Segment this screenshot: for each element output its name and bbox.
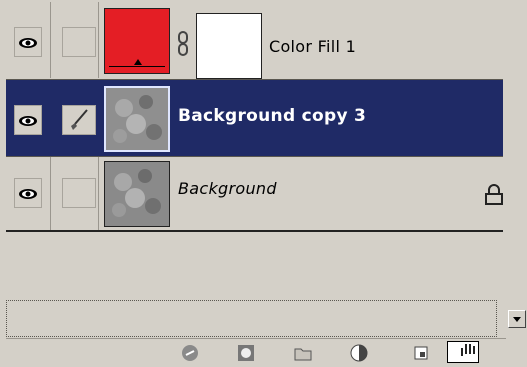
- visibility-toggle[interactable]: [14, 27, 42, 57]
- list-bottom-border: [6, 230, 503, 232]
- layers-panel: Color Fill 1 Background copy 3 Backgroun…: [0, 0, 527, 367]
- mask-link-icon[interactable]: [176, 30, 194, 58]
- eye-icon: [19, 189, 37, 199]
- layer-name: Color Fill 1: [269, 37, 357, 56]
- layer-thumbnail[interactable]: [104, 161, 170, 227]
- scrollbar[interactable]: [505, 0, 527, 340]
- brush-icon: [71, 109, 88, 130]
- eye-icon: [19, 38, 37, 48]
- layer-name: Background copy 3: [178, 106, 367, 126]
- adjustment-layer-icon[interactable]: [349, 343, 369, 363]
- brush-indicator[interactable]: [62, 105, 96, 135]
- layer-name: Background: [178, 179, 277, 198]
- eye-icon: [19, 116, 37, 126]
- trash-icon[interactable]: [447, 341, 479, 363]
- layer-row-color-fill-1[interactable]: Color Fill 1: [6, 2, 503, 79]
- new-layer-icon[interactable]: [411, 343, 431, 363]
- layer-thumbnail[interactable]: [104, 86, 170, 152]
- empty-layer-area: [6, 300, 497, 337]
- fill-thumbnail[interactable]: [104, 8, 170, 74]
- layers-list: Color Fill 1 Background copy 3 Backgroun…: [6, 0, 503, 232]
- arrow-down-icon: [513, 317, 521, 322]
- layer-row-background-copy-3[interactable]: Background copy 3: [6, 80, 503, 156]
- lock-icon: [484, 184, 504, 210]
- link-toggle[interactable]: [62, 178, 96, 208]
- layers-footer-toolbar: [6, 338, 506, 367]
- scroll-down-button[interactable]: [508, 310, 526, 328]
- mask-thumbnail[interactable]: [196, 13, 262, 79]
- visibility-toggle[interactable]: [14, 105, 42, 135]
- link-layers-icon[interactable]: [180, 343, 200, 363]
- add-layer-style-icon[interactable]: [236, 343, 256, 363]
- layer-row-background[interactable]: Background: [6, 157, 503, 233]
- visibility-toggle[interactable]: [14, 178, 42, 208]
- new-folder-icon[interactable]: [293, 343, 313, 363]
- link-toggle[interactable]: [62, 27, 96, 57]
